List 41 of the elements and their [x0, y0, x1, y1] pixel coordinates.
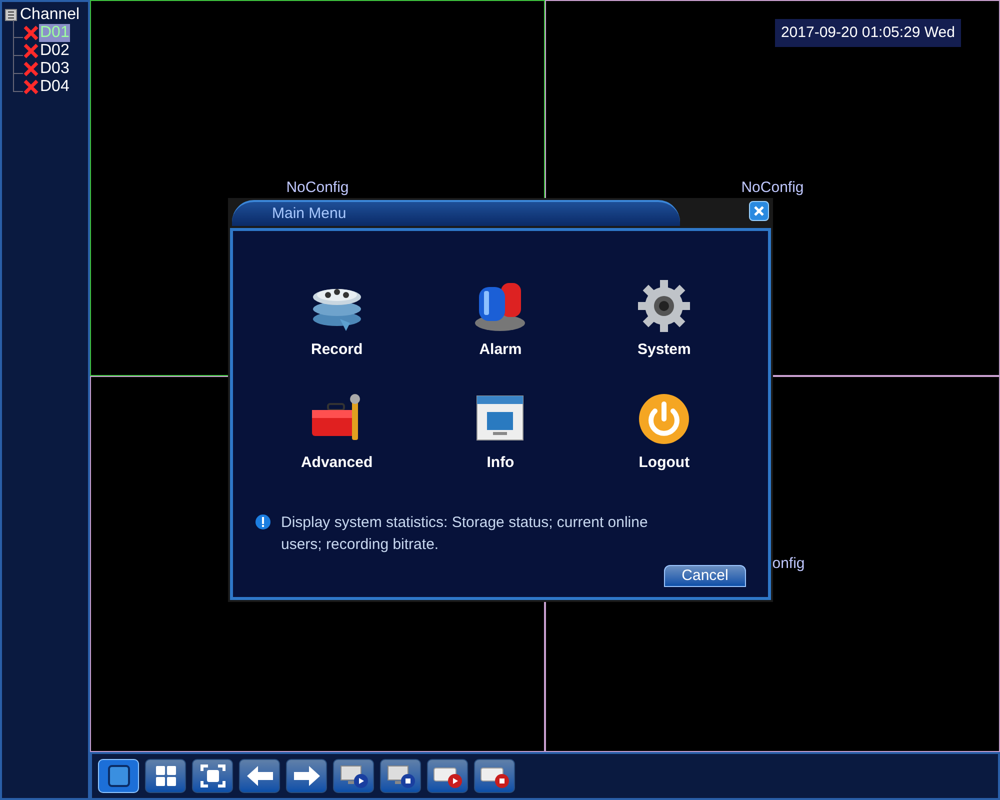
- tree-root-label[interactable]: Channel: [20, 6, 80, 24]
- monitor-play-icon: [338, 764, 368, 788]
- list-icon: [5, 9, 17, 21]
- toolbar-button[interactable]: [192, 759, 233, 793]
- toolbar-button[interactable]: [98, 759, 139, 793]
- toolbar-button[interactable]: [474, 759, 515, 793]
- menu-item[interactable]: Advanced: [255, 392, 419, 474]
- channel-item[interactable]: D03: [39, 60, 70, 78]
- close-icon: [753, 205, 765, 217]
- power-icon: [637, 392, 692, 446]
- gear-icon: [637, 279, 692, 333]
- right-arrow-icon: [292, 764, 322, 788]
- error-x-icon: [23, 25, 39, 41]
- channel-item[interactable]: D02: [39, 42, 70, 60]
- no-config-label: onfig: [772, 554, 805, 574]
- menu-item[interactable]: Record: [255, 279, 419, 362]
- fullscreen-icon: [198, 764, 228, 788]
- error-x-icon: [23, 79, 39, 95]
- toolbar-button[interactable]: [145, 759, 186, 793]
- no-config-label: NoConfig: [286, 178, 349, 198]
- toolbar-button[interactable]: [427, 759, 468, 793]
- toolbar-button[interactable]: [333, 759, 374, 793]
- toolbar-button[interactable]: [286, 759, 327, 793]
- menu-item[interactable]: System: [582, 279, 746, 362]
- close-button[interactable]: [749, 201, 769, 221]
- timestamp: 2017-09-20 01:05:29 Wed: [780, 24, 955, 41]
- error-x-icon: [23, 43, 39, 59]
- error-x-icon: [23, 61, 39, 77]
- toolbar-button[interactable]: [380, 759, 421, 793]
- hint-text: Display system statistics: Storage status; current online users; recording bitrate.: [281, 513, 649, 555]
- channel-item[interactable]: D04: [39, 78, 70, 96]
- dialog-title: Main Menu: [272, 204, 346, 224]
- left-arrow-icon: [244, 764, 274, 788]
- menu-item[interactable]: Alarm: [418, 279, 582, 362]
- info-icon: [255, 514, 271, 530]
- monitor-stop-icon: [386, 764, 416, 788]
- no-config-label: NoConfig: [741, 178, 804, 198]
- toolbar-button[interactable]: [239, 759, 280, 793]
- menu-item[interactable]: Logout: [582, 392, 746, 474]
- cancel-button[interactable]: Cancel: [664, 565, 746, 587]
- menu-item[interactable]: Info: [418, 392, 582, 474]
